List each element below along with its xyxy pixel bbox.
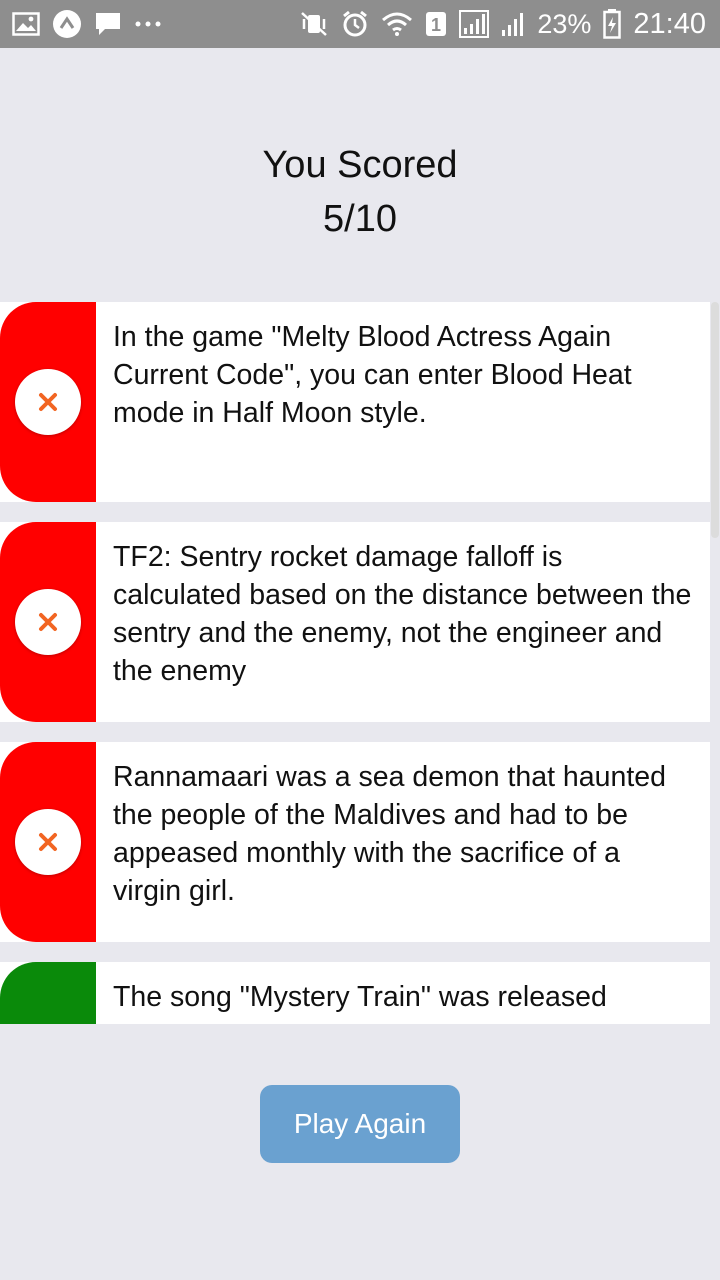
score-header: You Scored 5/10 bbox=[0, 138, 720, 246]
wifi-icon bbox=[381, 11, 413, 37]
result-question-text: The song "Mystery Train" was released bbox=[113, 981, 607, 1013]
gallery-icon bbox=[12, 12, 40, 36]
wrong-indicator bbox=[0, 522, 96, 722]
status-bar-right: 1 23% 21:40 bbox=[299, 8, 706, 41]
alarm-icon bbox=[341, 10, 369, 38]
result-card: In the game "Melty Blood Actress Again C… bbox=[0, 302, 710, 502]
result-badge bbox=[15, 369, 81, 435]
signal-icon bbox=[459, 10, 490, 38]
message-icon bbox=[94, 10, 122, 38]
play-again-button[interactable]: Play Again bbox=[260, 1085, 460, 1163]
sim-badge: 1 bbox=[425, 11, 447, 37]
close-icon bbox=[39, 833, 57, 851]
status-bar-left bbox=[12, 9, 162, 39]
results-list[interactable]: In the game "Melty Blood Actress Again C… bbox=[0, 302, 720, 1024]
expo-icon bbox=[52, 9, 82, 39]
clock: 21:40 bbox=[633, 7, 706, 40]
result-question-text: In the game "Melty Blood Actress Again C… bbox=[113, 321, 632, 429]
result-card: TF2: Sentry rocket damage falloff is cal… bbox=[0, 522, 710, 722]
result-badge bbox=[15, 589, 81, 655]
score-title: You Scored bbox=[262, 144, 458, 186]
vibrate-mute-icon bbox=[299, 10, 329, 38]
correct-indicator bbox=[0, 962, 96, 1024]
close-icon bbox=[39, 613, 57, 631]
status-bar: 1 23% 21:40 bbox=[0, 0, 720, 48]
result-question-text: TF2: Sentry rocket damage falloff is cal… bbox=[113, 541, 692, 687]
battery-percent: 23% bbox=[537, 8, 592, 39]
result-badge bbox=[15, 809, 81, 875]
result-card: The song "Mystery Train" was released bbox=[0, 962, 710, 1024]
list-scrollbar[interactable] bbox=[711, 302, 719, 538]
more-dots-icon bbox=[134, 20, 162, 28]
result-question-text: Rannamaari was a sea demon that haunted … bbox=[113, 761, 666, 907]
sim-badge-number: 1 bbox=[431, 15, 441, 35]
close-icon bbox=[39, 393, 57, 411]
result-card: Rannamaari was a sea demon that haunted … bbox=[0, 742, 710, 942]
battery-icon bbox=[603, 9, 622, 39]
signal-icon bbox=[501, 10, 525, 38]
wrong-indicator bbox=[0, 302, 96, 502]
score-value: 5/10 bbox=[323, 198, 397, 240]
wrong-indicator bbox=[0, 742, 96, 942]
